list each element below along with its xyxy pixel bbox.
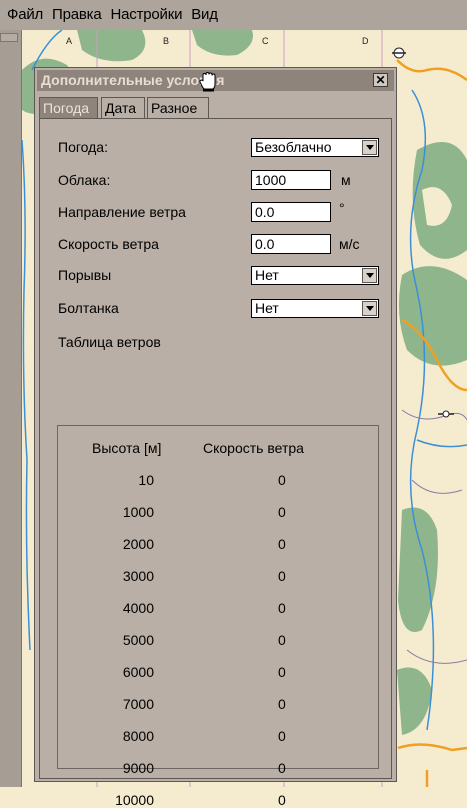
menu-bar: Файл Правка Настройки Вид bbox=[0, 0, 467, 30]
height-cell: 4000 bbox=[122, 600, 154, 616]
height-cell: 1000 bbox=[122, 504, 154, 520]
speed-cell[interactable]: 0 bbox=[278, 696, 286, 712]
wind-table-title: Таблица ветров bbox=[58, 334, 161, 350]
speed-cell[interactable]: 0 bbox=[278, 792, 286, 808]
chevron-down-icon[interactable] bbox=[362, 140, 377, 155]
turbulence-value: Нет bbox=[255, 300, 279, 316]
clouds-unit: м bbox=[341, 172, 351, 188]
clouds-input[interactable]: 1000 bbox=[251, 170, 331, 190]
speed-cell[interactable]: 0 bbox=[278, 568, 286, 584]
wind-speed-input[interactable]: 0.0 bbox=[251, 234, 331, 254]
height-cell: 10000 bbox=[115, 792, 154, 808]
speed-cell[interactable]: 0 bbox=[278, 504, 286, 520]
speed-cell[interactable]: 0 bbox=[278, 536, 286, 552]
grid-label-b: B bbox=[163, 36, 170, 46]
grid-label-a: A bbox=[66, 36, 73, 46]
weather-value: Безоблачно bbox=[255, 139, 332, 155]
gusts-select[interactable]: Нет bbox=[251, 266, 379, 285]
weather-select[interactable]: Безоблачно bbox=[251, 138, 379, 157]
close-button[interactable]: ✕ bbox=[373, 73, 388, 87]
height-column-header: Высота [м] bbox=[92, 440, 162, 456]
menu-settings[interactable]: Настройки bbox=[111, 6, 183, 23]
toolbar-handle[interactable] bbox=[0, 33, 18, 42]
height-cell: 3000 bbox=[122, 568, 154, 584]
wind-direction-input[interactable]: 0.0 bbox=[251, 202, 331, 222]
speed-cell[interactable]: 0 bbox=[278, 760, 286, 776]
hand-cursor-icon bbox=[199, 72, 216, 92]
turbulence-label: Болтанка bbox=[58, 300, 119, 316]
speed-cell[interactable]: 0 bbox=[278, 472, 286, 488]
menu-edit[interactable]: Правка bbox=[52, 6, 102, 23]
gusts-value: Нет bbox=[255, 267, 279, 283]
speed-cell[interactable]: 0 bbox=[278, 600, 286, 616]
close-icon: ✕ bbox=[375, 73, 386, 87]
menu-file[interactable]: Файл bbox=[7, 6, 43, 23]
speed-column-header: Скорость ветра bbox=[203, 440, 304, 456]
height-cell: 8000 bbox=[122, 728, 154, 744]
dialog-title: Дополнительные условия bbox=[41, 72, 225, 88]
height-cell: 9000 bbox=[122, 760, 154, 776]
tab-misc[interactable]: Разное bbox=[147, 97, 209, 118]
height-cell: 6000 bbox=[122, 664, 154, 680]
weather-label: Погода: bbox=[58, 139, 108, 155]
left-toolbar bbox=[0, 30, 22, 787]
chevron-down-icon[interactable] bbox=[362, 301, 377, 316]
grid-label-c: C bbox=[262, 36, 269, 46]
clouds-label: Облака: bbox=[58, 172, 111, 188]
height-cell: 10 bbox=[138, 472, 154, 488]
turbulence-select[interactable]: Нет bbox=[251, 299, 379, 318]
menu-view[interactable]: Вид bbox=[191, 6, 218, 23]
wind-table: Высота [м] Скорость ветра 10 0 1000 0 2000 0 3… bbox=[57, 425, 379, 808]
wind-direction-label: Направление ветра bbox=[58, 204, 186, 220]
wind-speed-label: Скорость ветра bbox=[58, 236, 159, 252]
height-cell: 2000 bbox=[122, 536, 154, 552]
weather-panel: Погода: Безоблачно Облака: 1000 м Направ… bbox=[39, 118, 392, 808]
speed-cell[interactable]: 0 bbox=[278, 728, 286, 744]
chevron-down-icon[interactable] bbox=[362, 268, 377, 283]
conditions-dialog: Дополнительные условия ✕ Погода Дата Раз… bbox=[34, 67, 397, 808]
wind-speed-unit: м/с bbox=[339, 236, 360, 252]
speed-cell[interactable]: 0 bbox=[278, 664, 286, 680]
grid-label-d: D bbox=[362, 36, 369, 46]
height-cell: 5000 bbox=[122, 632, 154, 648]
tab-weather[interactable]: Погода bbox=[39, 97, 98, 119]
speed-cell[interactable]: 0 bbox=[278, 632, 286, 648]
tab-date[interactable]: Дата bbox=[101, 97, 145, 118]
height-cell: 7000 bbox=[122, 696, 154, 712]
gusts-label: Порывы bbox=[58, 267, 112, 283]
wind-direction-unit: ° bbox=[339, 200, 345, 216]
